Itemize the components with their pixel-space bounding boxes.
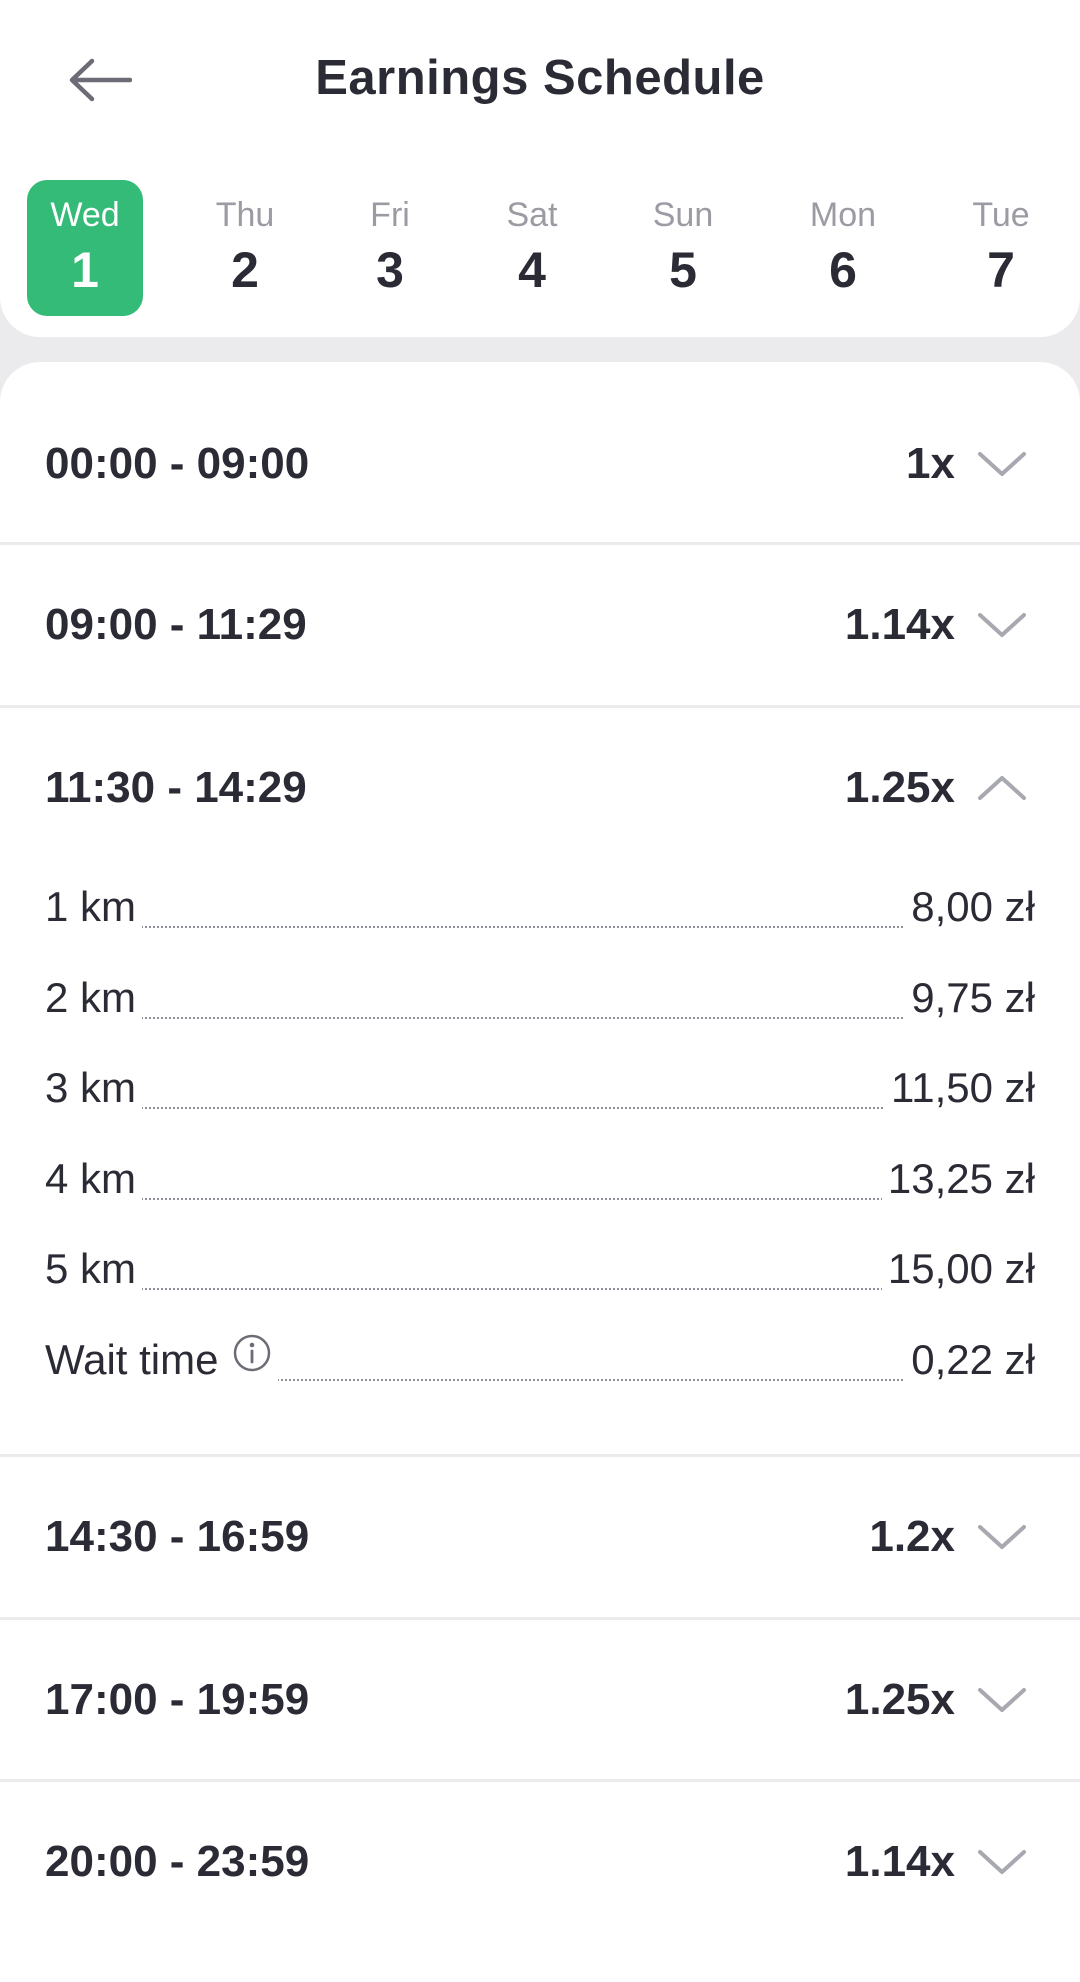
multiplier: 1.25x [844, 763, 955, 812]
rate-value: 8,00 zł [905, 883, 1035, 931]
rate-value: 13,25 zł [881, 1155, 1035, 1203]
time-slot-row[interactable]: 09:00 - 11:29 1.14x [0, 545, 1080, 705]
time-range: 20:00 - 23:59 [45, 1837, 310, 1886]
rate-label: 5 km [45, 1245, 143, 1293]
multiplier: 1.2x [869, 1512, 955, 1561]
day-number: 5 [669, 242, 697, 298]
time-slot-row[interactable]: 14:30 - 16:59 1.2x [0, 1457, 1080, 1617]
day-name: Fri [370, 196, 410, 234]
day-number: 1 [71, 242, 99, 298]
page-title: Earnings Schedule [315, 51, 765, 105]
time-range: 17:00 - 19:59 [45, 1675, 310, 1724]
day-tab-mon[interactable]: Mon 6 [785, 180, 901, 316]
time-slot-row[interactable]: 20:00 - 23:59 1.14x [0, 1782, 1080, 1942]
rate-label: 4 km [45, 1155, 143, 1203]
multiplier: 1x [906, 439, 955, 488]
rate-label: 3 km [45, 1064, 143, 1112]
chevron-down-icon [978, 1850, 1026, 1874]
day-number: 2 [231, 242, 259, 298]
rate-value: 15,00 zł [881, 1245, 1035, 1293]
day-selector: Wed 1 Thu 2 Fri 3 Sat 4 Sun 5 Mon 6 Tue … [0, 180, 1080, 316]
header: Earnings Schedule Wed 1 Thu 2 Fri 3 Sat … [0, 0, 1080, 337]
time-slot-row[interactable]: 17:00 - 19:59 1.25x [0, 1620, 1080, 1780]
day-name: Thu [215, 196, 275, 234]
multiplier: 1.14x [844, 1837, 955, 1886]
chevron-down-icon [978, 613, 1026, 637]
day-name: Wed [50, 196, 120, 234]
dotted-leader [45, 926, 1035, 928]
rate-label: 2 km [45, 974, 143, 1022]
chevron-down-icon [978, 1688, 1026, 1712]
day-number: 4 [518, 242, 546, 298]
rate-row: 4 km 13,25 zł [45, 1155, 1035, 1215]
day-name: Tue [972, 196, 1030, 234]
rate-row: 3 km 11,50 zł [45, 1064, 1035, 1124]
day-number: 6 [829, 242, 857, 298]
time-slot-row-expanded[interactable]: 11:30 - 14:29 1.25x [0, 708, 1080, 868]
time-range: 11:30 - 14:29 [45, 763, 307, 812]
time-range: 00:00 - 09:00 [45, 439, 310, 488]
rate-value: 9,75 zł [905, 974, 1035, 1022]
day-tab-sat[interactable]: Sat 4 [474, 180, 590, 316]
chevron-up-icon [978, 776, 1026, 800]
info-icon[interactable] [232, 1333, 272, 1373]
rate-label: 1 km [45, 883, 143, 931]
rate-value: 0,22 zł [905, 1336, 1035, 1384]
day-number: 7 [987, 242, 1015, 298]
rate-row-wait-time: Wait time 0,22 zł [45, 1333, 1035, 1396]
day-name: Sun [652, 196, 714, 234]
time-range: 09:00 - 11:29 [45, 600, 307, 649]
multiplier: 1.25x [844, 1675, 955, 1724]
rate-label-wrap: Wait time [45, 1333, 279, 1384]
day-tab-fri[interactable]: Fri 3 [332, 180, 448, 316]
day-tab-sun[interactable]: Sun 5 [625, 180, 741, 316]
rate-row: 1 km 8,00 zł [45, 883, 1035, 943]
rate-label: Wait time [45, 1336, 219, 1383]
time-range: 14:30 - 16:59 [45, 1512, 310, 1561]
rate-row: 5 km 15,00 zł [45, 1245, 1035, 1305]
day-tab-wed[interactable]: Wed 1 [27, 180, 143, 316]
day-number: 3 [376, 242, 404, 298]
time-slot-row[interactable]: 00:00 - 09:00 1x [0, 384, 1080, 544]
day-name: Sat [506, 196, 558, 234]
day-tab-thu[interactable]: Thu 2 [187, 180, 303, 316]
day-name: Mon [809, 196, 877, 234]
dotted-leader [45, 1017, 1035, 1019]
schedule-panel: 00:00 - 09:00 1x 09:00 - 11:29 1.14x 11:… [0, 362, 1080, 1982]
rate-row: 2 km 9,75 zł [45, 974, 1035, 1034]
chevron-down-icon [978, 1525, 1026, 1549]
chevron-down-icon [978, 452, 1026, 476]
rate-value: 11,50 zł [885, 1064, 1035, 1112]
day-tab-tue[interactable]: Tue 7 [943, 180, 1059, 316]
multiplier: 1.14x [844, 600, 955, 649]
